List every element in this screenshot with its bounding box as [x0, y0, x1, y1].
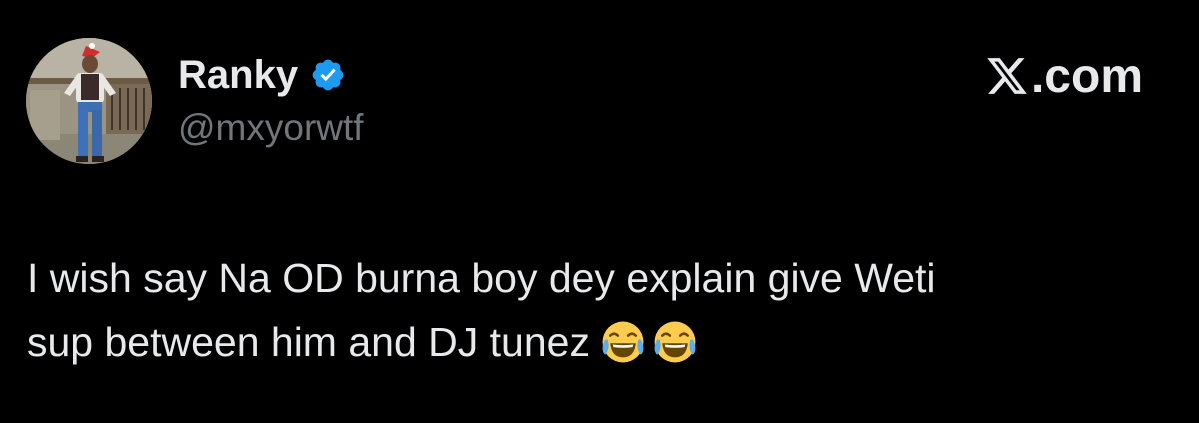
brand-domain-text: .com — [1030, 49, 1143, 103]
x-logo-icon — [985, 54, 1029, 98]
avatar[interactable] — [26, 38, 152, 164]
author-name-row: Ranky — [178, 50, 348, 100]
author-handle[interactable]: @mxyorwtf — [178, 107, 364, 149]
tweet-line-1: I wish say Na OD burna boy dey explain g… — [27, 255, 936, 301]
author-display-name[interactable]: Ranky — [178, 53, 298, 98]
tweet-line-2: sup between him and DJ tunez — [27, 319, 590, 365]
brand-watermark: .com — [985, 48, 1143, 104]
tears-of-joy-emoji — [600, 319, 646, 383]
verified-badge-icon — [310, 56, 348, 94]
tweet-line-2-row: sup between him and DJ tunez — [27, 310, 1147, 383]
tears-of-joy-emoji — [652, 319, 698, 383]
tweet-text: I wish say Na OD burna boy dey explain g… — [27, 246, 1147, 383]
